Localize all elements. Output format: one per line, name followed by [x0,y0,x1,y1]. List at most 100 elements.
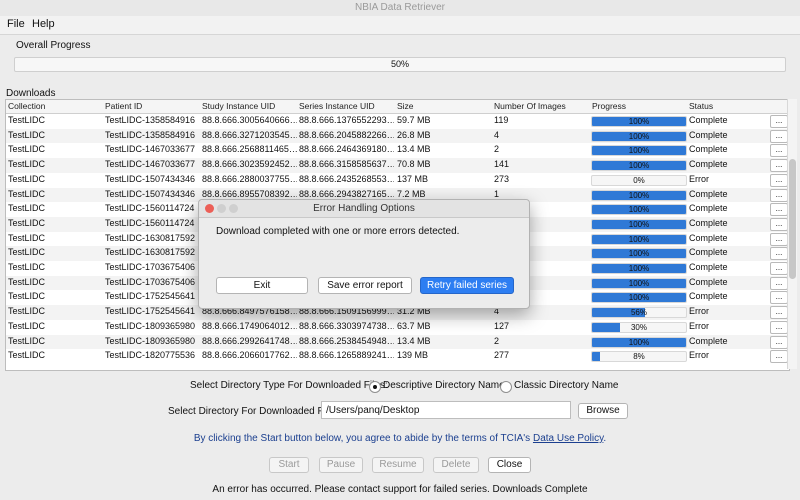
row-options-button[interactable]: ... [770,306,788,320]
row-options-button[interactable]: ... [770,320,788,334]
cell-status: Complete [689,276,728,287]
cell-size: 13.4 MB [397,335,431,346]
column-header-study-uid[interactable]: Study Instance UID [202,101,275,111]
exit-button[interactable]: Exit [216,277,308,294]
cell-status: Complete [689,115,728,125]
overall-progress-text: 50% [390,59,409,69]
row-progress-text: 100% [628,146,650,156]
scrollbar-thumb[interactable] [789,159,796,279]
row-options-button[interactable]: ... [770,129,788,143]
delete-button[interactable]: Delete [433,457,479,473]
pause-button[interactable]: Pause [319,457,363,473]
row-progress-text: 30% [630,322,647,332]
cell-patient: TestLIDC-1507434346 [105,188,196,199]
cell-series: 88.8.666.2464369180… [299,144,394,155]
cell-status: Error [689,173,709,184]
row-progress-bar: 100% [591,336,687,348]
cell-series: 88.8.666.1265889241… [299,350,394,361]
close-icon[interactable] [205,204,214,213]
row-progress-text: 100% [628,117,650,126]
data-use-policy-link[interactable]: Data Use Policy [533,433,603,444]
cell-size: 7.2 MB [397,188,426,199]
cell-status: Complete [689,262,728,272]
row-options-button[interactable]: ... [770,188,788,202]
row-options-button[interactable]: ... [770,203,788,217]
column-header-series-uid[interactable]: Series Instance UID [299,101,375,111]
cell-patient: TestLIDC-1809365980 [105,335,196,346]
overall-progress-label: Overall Progress [16,40,91,51]
column-header-progress[interactable]: Progress [592,101,626,111]
table-row[interactable]: TestLIDC TestLIDC-1467033677 88.8.666.3023… [6,158,789,173]
row-options-button[interactable]: ... [770,276,788,290]
resume-button[interactable]: Resume [372,457,424,473]
window-title: NBIA Data Retriever [354,2,446,13]
row-options-button[interactable]: ... [770,335,788,349]
cell-patient: TestLIDC-1467033677 [105,159,196,170]
browse-button[interactable]: Browse [578,403,628,419]
table-row[interactable]: TestLIDC TestLIDC-1809365980 88.8.666.2992… [6,334,789,350]
cell-images: 1 [494,188,500,199]
row-progress-bar: 100% [591,189,687,201]
table-row[interactable]: TestLIDC TestLIDC-1809365980 88.8.666.1749… [6,320,789,335]
row-progress-bar: 100% [591,130,687,142]
radio-descriptive[interactable] [369,381,381,393]
cell-collection: TestLIDC [8,144,46,155]
cell-collection: TestLIDC [8,262,46,272]
radio-descriptive-label[interactable]: Descriptive Directory Name [383,380,505,391]
column-header-collection[interactable]: Collection [8,101,45,111]
row-progress-text: 100% [628,234,650,244]
row-options-button[interactable]: ... [770,144,788,158]
cell-patient: TestLIDC-1507434346 [105,173,196,184]
cell-series: 88.8.666.2538454948… [299,335,394,346]
cell-patient: TestLIDC-1820775536 [105,350,196,361]
table-row[interactable]: TestLIDC TestLIDC-1358584916 88.8.666.3271… [6,128,789,144]
row-progress-bar: 100% [591,292,687,304]
row-options-button[interactable]: ... [770,350,788,364]
row-options-button[interactable]: ... [770,291,788,305]
table-row[interactable]: TestLIDC TestLIDC-1507434346 88.8.666.2880… [6,173,789,188]
cell-collection: TestLIDC [8,247,46,258]
row-progress-text: 100% [628,131,650,141]
column-header-images[interactable]: Number Of Images [494,101,566,111]
terms-period: . [603,433,607,444]
cell-collection: TestLIDC [8,306,46,317]
row-options-button[interactable]: ... [770,217,788,231]
row-options-button[interactable]: ... [770,173,788,187]
row-progress-bar: 100% [591,160,687,172]
cell-patient: TestLIDC-1809365980 [105,320,196,331]
start-button[interactable]: Start [269,457,309,473]
row-options-button[interactable]: ... [770,262,788,275]
cell-collection: TestLIDC [8,203,46,214]
table-row[interactable]: TestLIDC TestLIDC-1467033677 88.8.666.2568… [6,143,789,158]
directory-label: Select Directory For Downloaded Files: [168,406,342,417]
retry-failed-series-button[interactable]: Retry failed series [420,277,514,294]
column-header-status[interactable]: Status [689,101,713,111]
terms-text: By clicking the Start button below, you … [193,433,531,444]
cell-status: Complete [689,188,728,199]
save-error-report-button[interactable]: Save error report [318,277,412,294]
cell-size: 26.8 MB [397,129,431,140]
table-scrollbar[interactable] [787,99,797,369]
table-row[interactable]: TestLIDC TestLIDC-1820775536 88.8.666.2066… [6,349,789,364]
cell-series: 88.8.666.2435268553… [299,173,394,184]
row-progress-text: 100% [628,337,650,347]
radio-classic-label[interactable]: Classic Directory Name [514,380,618,391]
row-options-button[interactable]: ... [770,232,788,246]
close-button[interactable]: Close [488,457,531,473]
row-options-button[interactable]: ... [770,247,788,261]
cell-images: 273 [494,173,510,184]
column-header-size[interactable]: Size [397,101,414,111]
table-row[interactable]: TestLIDC TestLIDC-1358584916 88.8.666.3005… [6,114,789,129]
directory-input[interactable]: /Users/panq/Desktop [321,401,571,419]
menu-help[interactable]: Help [32,18,55,30]
radio-classic[interactable] [500,381,512,393]
row-options-button[interactable]: ... [770,159,788,173]
row-options-button[interactable]: ... [770,115,788,128]
row-progress-bar: 30% [591,321,687,333]
cell-images: 141 [494,159,510,170]
row-progress-text: 100% [628,278,650,288]
cell-collection: TestLIDC [8,232,46,243]
cell-size: 70.8 MB [397,159,431,170]
menu-file[interactable]: File [7,18,25,30]
column-header-patient-id[interactable]: Patient ID [105,101,142,111]
